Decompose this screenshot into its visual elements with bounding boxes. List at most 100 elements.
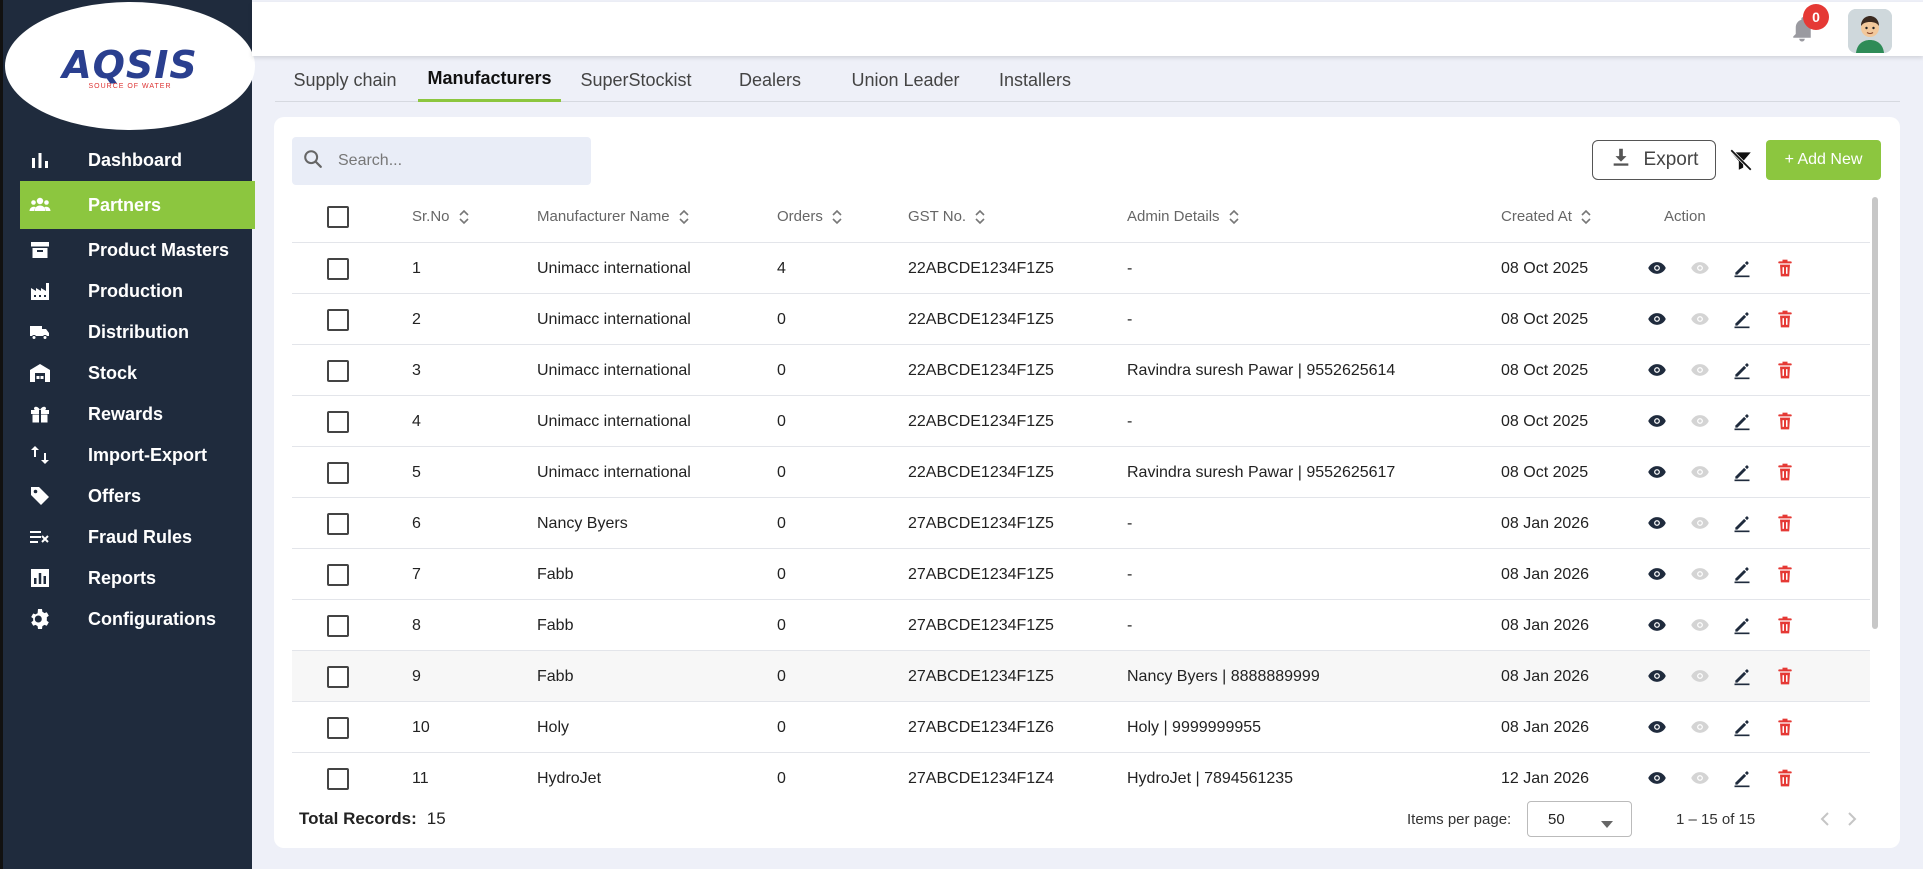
edit-icon[interactable] (1731, 359, 1753, 381)
avatar[interactable] (1848, 9, 1892, 53)
delete-icon[interactable] (1774, 767, 1796, 789)
sidebar-item-configurations[interactable]: Configurations (20, 595, 255, 643)
sort-icon[interactable] (1580, 208, 1592, 226)
orders-cell: 0 (777, 412, 786, 430)
view-icon[interactable] (1646, 461, 1668, 483)
view-icon[interactable] (1646, 410, 1668, 432)
tab-installers[interactable]: Installers (980, 58, 1090, 102)
export-button[interactable]: Export (1592, 140, 1716, 180)
column-header-sr-no[interactable]: Sr.No (412, 191, 470, 242)
view-icon[interactable] (1646, 512, 1668, 534)
search-input[interactable] (338, 152, 568, 170)
sort-icon[interactable] (1228, 208, 1240, 226)
table-row[interactable]: 1 Unimacc international 4 22ABCDE1234F1Z5 - 0… (292, 242, 1870, 293)
delete-icon[interactable] (1774, 665, 1796, 687)
view-icon[interactable] (1646, 767, 1668, 789)
table-row[interactable]: 9 Fabb 0 27ABCDE1234F1Z5 Nancy Byers | 88888… (292, 650, 1870, 701)
sidebar-item-label: Production (88, 280, 183, 301)
sidebar-item-dashboard[interactable]: Dashboard (20, 136, 255, 184)
edit-icon[interactable] (1731, 563, 1753, 585)
sort-icon[interactable] (458, 208, 470, 226)
column-header-admin-details[interactable]: Admin Details (1127, 191, 1240, 242)
pagination-range: 1 – 15 of 15 (1676, 810, 1756, 828)
row-checkbox[interactable] (327, 767, 349, 790)
delete-icon[interactable] (1774, 512, 1796, 534)
table-row[interactable]: 2 Unimacc international 0 22ABCDE1234F1Z5 - 0… (292, 293, 1870, 344)
column-header-gst-no-[interactable]: GST No. (908, 191, 986, 242)
sort-icon[interactable] (974, 208, 986, 226)
sort-icon[interactable] (831, 208, 843, 226)
row-checkbox[interactable] (327, 410, 349, 433)
row-checkbox[interactable] (327, 359, 349, 382)
edit-icon[interactable] (1731, 767, 1753, 789)
row-checkbox[interactable] (327, 461, 349, 484)
select-all-checkbox[interactable] (327, 205, 349, 228)
items-per-page-select[interactable]: 50 (1527, 801, 1632, 837)
tab-supply-chain[interactable]: Supply chain (275, 58, 415, 102)
delete-icon[interactable] (1774, 614, 1796, 636)
table-row[interactable]: 6 Nancy Byers 0 27ABCDE1234F1Z5 - 08 Jan 2026 (292, 497, 1870, 548)
view-icon[interactable] (1646, 614, 1668, 636)
delete-icon[interactable] (1774, 308, 1796, 330)
tab-dealers[interactable]: Dealers (710, 58, 830, 102)
view-icon[interactable] (1646, 257, 1668, 279)
column-header-orders[interactable]: Orders (777, 191, 843, 242)
row-checkbox[interactable] (327, 257, 349, 280)
row-checkbox[interactable] (327, 716, 349, 739)
row-checkbox[interactable] (327, 614, 349, 637)
table-row[interactable]: 7 Fabb 0 27ABCDE1234F1Z5 - 08 Jan 2026 (292, 548, 1870, 599)
created-at-cell: 08 Jan 2026 (1501, 718, 1590, 736)
logo[interactable]: AQSIS SOURCE OF WATER (5, 2, 255, 130)
edit-icon[interactable] (1731, 410, 1753, 432)
row-checkbox[interactable] (327, 512, 349, 535)
table-row[interactable]: 11 HydroJet 0 27ABCDE1234F1Z4 HydroJet | 789… (292, 752, 1870, 791)
table-row[interactable]: 5 Unimacc international 0 22ABCDE1234F1Z5 Ra… (292, 446, 1870, 497)
scroll-thumb[interactable] (1872, 197, 1878, 629)
delete-icon[interactable] (1774, 716, 1796, 738)
tab-union-leader[interactable]: Union Leader (833, 58, 978, 102)
delete-icon[interactable] (1774, 563, 1796, 585)
sort-icon[interactable] (678, 208, 690, 226)
edit-icon[interactable] (1731, 512, 1753, 534)
add-new-button[interactable]: + Add New (1766, 140, 1881, 180)
row-checkbox[interactable] (327, 563, 349, 586)
tab-superstockist[interactable]: SuperStockist (568, 58, 704, 102)
row-checkbox[interactable] (327, 308, 349, 331)
view-icon[interactable] (1646, 665, 1668, 687)
view-icon[interactable] (1646, 308, 1668, 330)
view-icon[interactable] (1646, 716, 1668, 738)
view-disabled-icon (1689, 410, 1711, 432)
row-checkbox[interactable] (327, 665, 349, 688)
clear-filter-icon[interactable] (1726, 145, 1756, 175)
view-disabled-icon (1689, 716, 1711, 738)
delete-icon[interactable] (1774, 359, 1796, 381)
edit-icon[interactable] (1731, 308, 1753, 330)
column-header-created-at[interactable]: Created At (1501, 191, 1592, 242)
sidebar-item-partners[interactable]: Partners (20, 181, 255, 229)
view-icon[interactable] (1646, 359, 1668, 381)
table-row[interactable]: 4 Unimacc international 0 22ABCDE1234F1Z5 - 0… (292, 395, 1870, 446)
table-row[interactable]: 10 Holy 0 27ABCDE1234F1Z6 Holy | 9999999955 0… (292, 701, 1870, 752)
next-page-icon[interactable] (1842, 809, 1862, 829)
prev-page-icon[interactable] (1815, 809, 1835, 829)
table-scrollbar[interactable] (1870, 191, 1880, 791)
table-row[interactable]: 8 Fabb 0 27ABCDE1234F1Z5 - 08 Jan 2026 (292, 599, 1870, 650)
edit-icon[interactable] (1731, 461, 1753, 483)
search-box[interactable] (292, 137, 591, 185)
delete-icon[interactable] (1774, 410, 1796, 432)
admin-details-cell: HydroJet | 7894561235 (1127, 769, 1294, 787)
tab-manufacturers[interactable]: Manufacturers (418, 58, 561, 102)
table-row[interactable]: 3 Unimacc international 0 22ABCDE1234F1Z5 Ra… (292, 344, 1870, 395)
view-icon[interactable] (1646, 563, 1668, 585)
created-at-cell: 08 Jan 2026 (1501, 565, 1590, 583)
edit-icon[interactable] (1731, 614, 1753, 636)
delete-icon[interactable] (1774, 461, 1796, 483)
column-header-manufacturer-name[interactable]: Manufacturer Name (537, 191, 690, 242)
logo-text: AQSIS (62, 42, 198, 87)
delete-icon[interactable] (1774, 257, 1796, 279)
orders-cell: 0 (777, 718, 786, 736)
edit-icon[interactable] (1731, 665, 1753, 687)
sidebar-item-label: Offers (88, 485, 142, 506)
edit-icon[interactable] (1731, 716, 1753, 738)
edit-icon[interactable] (1731, 257, 1753, 279)
